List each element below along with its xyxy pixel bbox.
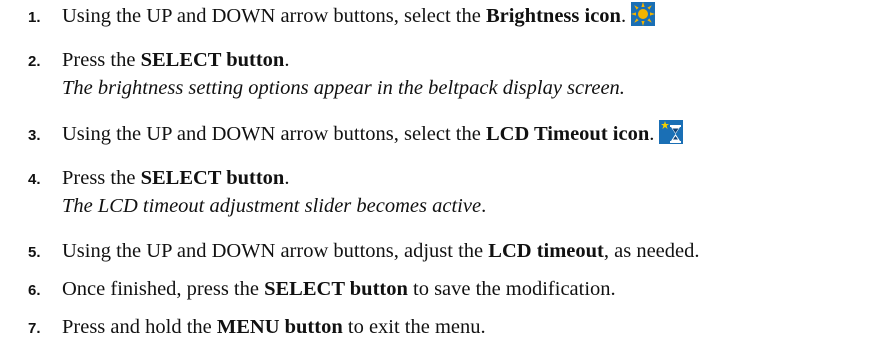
step-emphasis: SELECT button xyxy=(140,49,285,71)
step-text: Press and hold the MENU button to exit t… xyxy=(62,316,486,338)
step-emphasis: SELECT button xyxy=(264,278,408,300)
step-number: 6. xyxy=(28,282,41,299)
lcd-timeout-hourglass-icon xyxy=(659,120,684,144)
step-emphasis: MENU button xyxy=(216,316,343,338)
step-number: 3. xyxy=(28,127,41,144)
step-text: Using the UP and DOWN arrow buttons, adj… xyxy=(62,240,700,262)
instruction-steps: 1. Using the UP and DOWN arrow buttons, … xyxy=(0,0,888,352)
step-text: Once finished, press the SELECT button t… xyxy=(62,278,616,300)
step-note: The LCD timeout adjustment slider become… xyxy=(62,195,487,217)
step-number: 5. xyxy=(28,244,41,261)
step-number: 2. xyxy=(28,53,41,70)
step-text: Press the SELECT button. xyxy=(62,49,290,71)
step-emphasis: Brightness icon xyxy=(485,5,621,27)
step-note: The brightness setting options appear in… xyxy=(62,77,625,99)
step-number: 4. xyxy=(28,171,41,188)
step-emphasis: SELECT button xyxy=(140,167,285,189)
step-text: Press the SELECT button. xyxy=(62,167,290,189)
step-text: Using the UP and DOWN arrow buttons, sel… xyxy=(62,120,684,148)
step-text: Using the UP and DOWN arrow buttons, sel… xyxy=(62,2,656,30)
step-number: 1. xyxy=(28,9,41,26)
step-emphasis: LCD Timeout icon xyxy=(485,123,650,145)
brightness-sun-icon xyxy=(631,2,656,26)
step-number: 7. xyxy=(28,320,41,337)
step-emphasis: LCD timeout xyxy=(488,240,604,262)
